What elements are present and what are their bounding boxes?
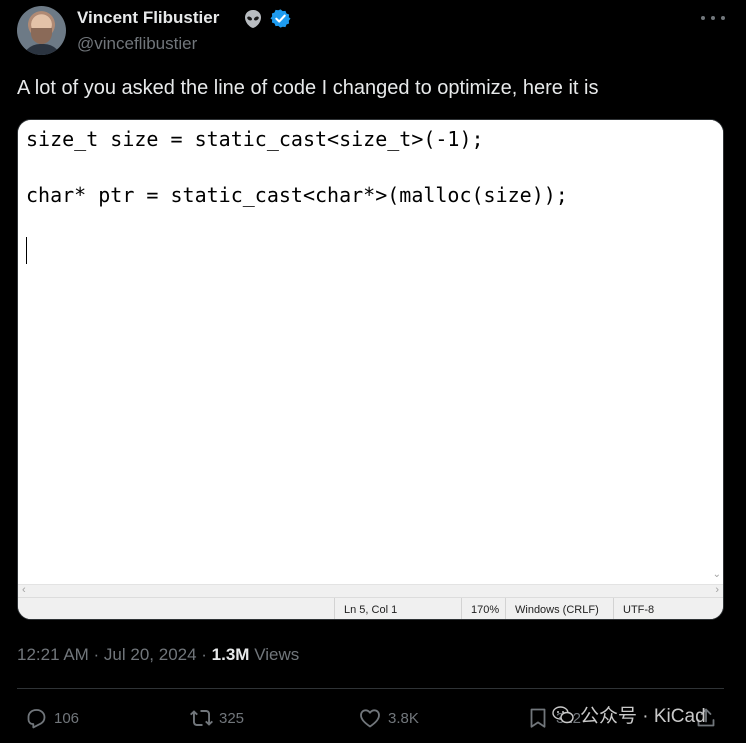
scroll-left-icon: ‹	[22, 584, 26, 596]
like-count: 3.8K	[388, 709, 419, 727]
handle[interactable]: @vinceflibustier	[77, 34, 197, 54]
encoding: UTF-8	[613, 598, 654, 619]
code-line: size_t size = static_cast<size_t>(-1);	[26, 127, 484, 151]
avatar-beard	[31, 28, 52, 44]
reply-icon	[27, 709, 46, 729]
tweet-image[interactable]: size_t size = static_cast<size_t>(-1); c…	[17, 119, 724, 620]
vertical-scrollbar: ⌄	[708, 120, 723, 584]
divider	[17, 688, 724, 689]
notepad-editor: size_t size = static_cast<size_t>(-1); c…	[18, 120, 723, 584]
views-count: 1.3M	[211, 645, 250, 664]
reply-button[interactable]: 106	[24, 705, 79, 731]
tweet-timestamp: 12:21 AM · Jul 20, 2024 · 1.3M Views	[17, 645, 299, 665]
line-endings: Windows (CRLF)	[505, 598, 599, 619]
display-name[interactable]: Vincent Flibustier	[77, 8, 219, 28]
verified-badge-icon[interactable]	[270, 8, 291, 29]
horizontal-scrollbar: ‹ ›	[18, 584, 723, 597]
views-label: Views	[249, 645, 300, 664]
code-line: char* ptr = static_cast<char*>(malloc(si…	[26, 183, 568, 207]
watermark: 公众号 · KiCad	[552, 701, 706, 728]
heart-icon	[360, 709, 380, 728]
repost-icon	[190, 710, 213, 726]
tweet: Vincent Flibustier @vinceflibustier A lo…	[0, 0, 746, 743]
repost-count: 325	[219, 709, 245, 727]
bookmark-icon	[530, 708, 546, 728]
repost-button[interactable]: 325	[189, 705, 244, 731]
tweet-text: A lot of you asked the line of code I ch…	[17, 77, 599, 99]
alien-icon	[245, 10, 261, 28]
watermark-text: 公众号 · KiCad	[580, 706, 706, 727]
more-options-icon[interactable]	[701, 9, 725, 27]
scroll-right-icon: ›	[715, 584, 719, 596]
avatar-shirt	[22, 44, 62, 55]
wechat-icon	[552, 705, 574, 723]
status-bar: Ln 5, Col 1 170% Windows (CRLF) UTF-8	[18, 597, 723, 619]
cursor-position: Ln 5, Col 1	[334, 598, 397, 619]
like-button[interactable]: 3.8K	[358, 705, 419, 731]
post-time[interactable]: 12:21 AM · Jul 20, 2024 ·	[17, 645, 212, 664]
reply-count: 106	[54, 709, 80, 727]
text-caret	[26, 237, 27, 264]
avatar[interactable]	[17, 6, 66, 55]
scroll-down-icon: ⌄	[712, 569, 721, 580]
zoom-level: 170%	[461, 598, 499, 619]
